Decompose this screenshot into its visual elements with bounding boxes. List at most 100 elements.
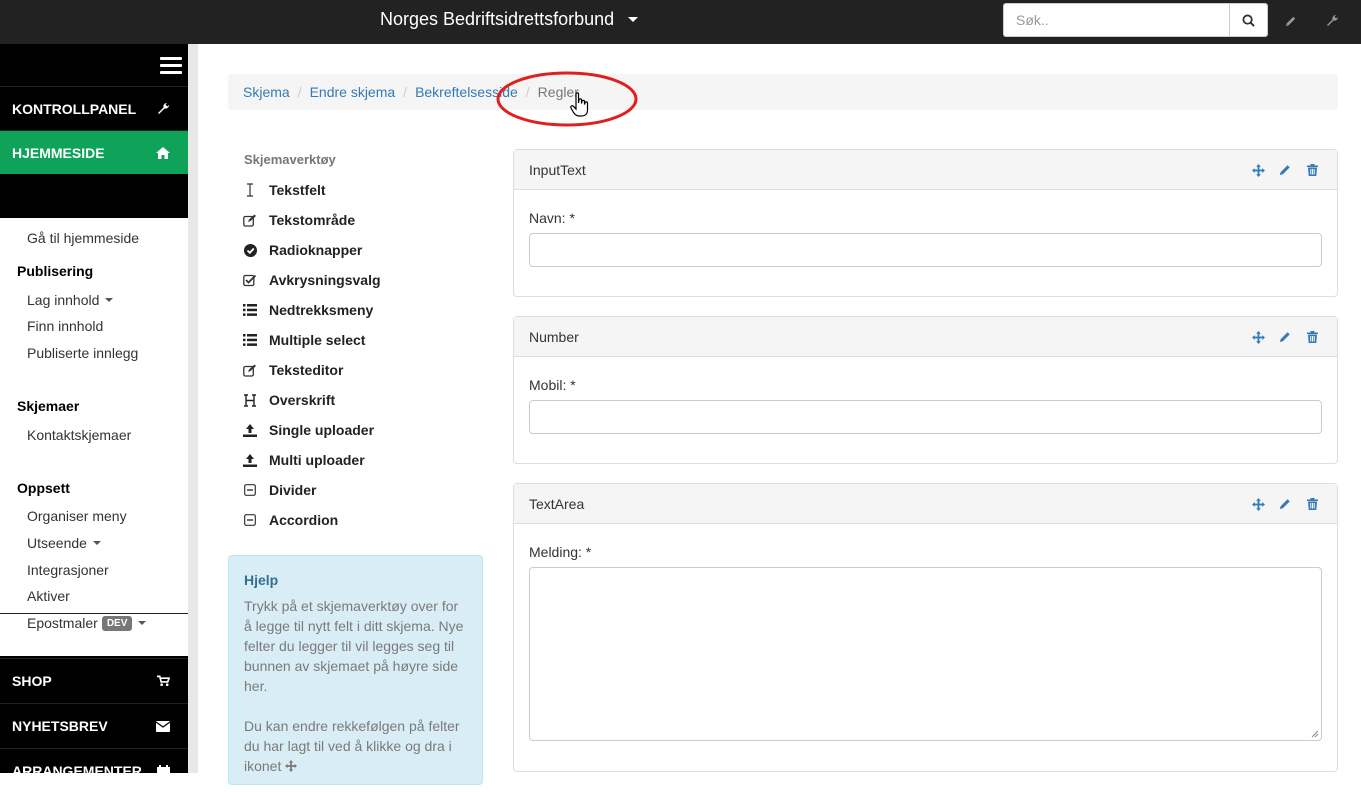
sidebar-item-kontrollpanel[interactable]: KONTROLLPANEL — [0, 86, 188, 130]
sidebar-item-arrangementer[interactable]: ARRANGEMENTER — [0, 748, 188, 792]
list-icon — [243, 303, 257, 317]
check-circle-icon — [243, 243, 257, 257]
tool-label: Radioknapper — [269, 242, 363, 258]
help-box: Hjelp Trykk på et skjemaverktøy over for… — [228, 555, 483, 785]
panel-actions — [1251, 163, 1319, 177]
menu-kontaktskjemaer[interactable]: Kontaktskjemaer — [27, 427, 131, 443]
org-name: Norges Bedriftsidrettsforbund — [380, 9, 615, 29]
menu-utseende[interactable]: Utseende — [27, 535, 101, 551]
wrench-icon[interactable] — [1322, 11, 1342, 31]
sidebar-scrollbar[interactable] — [188, 44, 198, 773]
sidebar-item-label: HJEMMESIDE — [12, 144, 105, 161]
tool-multi-uploader[interactable]: Multi uploader — [243, 452, 365, 468]
tool-single-uploader[interactable]: Single uploader — [243, 422, 374, 438]
field-type-label: InputText — [529, 161, 586, 178]
tool-overskrift[interactable]: Overskrift — [243, 392, 335, 408]
wrench-icon — [156, 102, 170, 116]
help-text-1: Trykk på et skjemaverktøy over for å leg… — [244, 598, 464, 694]
menu-lag-innhold[interactable]: Lag innhold — [27, 292, 114, 308]
help-title: Hjelp — [244, 572, 279, 588]
breadcrumb-endre-skjema[interactable]: Endre skjema — [310, 84, 396, 100]
trash-icon[interactable] — [1305, 163, 1319, 177]
sidebar-item-shop[interactable]: SHOP — [0, 658, 188, 702]
sidebar-item-label: ARRANGEMENTER — [12, 762, 142, 779]
panel-header: InputText — [514, 150, 1337, 190]
sidebar-item-label: KONTROLLPANEL — [12, 100, 137, 117]
field-label: Mobil: * — [529, 377, 576, 393]
sidebar-item-hjemmeside[interactable]: HJEMMESIDE — [0, 130, 188, 174]
tools-title: Skjemaverktøy — [244, 152, 336, 167]
text-cursor-icon — [243, 183, 257, 197]
tool-label: Nedtrekksmeny — [269, 302, 374, 318]
list-icon — [243, 333, 257, 347]
move-icon[interactable] — [1251, 163, 1265, 177]
resize-handle-icon[interactable] — [1311, 730, 1319, 738]
tool-radioknapper[interactable]: Radioknapper — [243, 242, 362, 258]
tool-label: Avkrysningsvalg — [269, 272, 381, 288]
search-button[interactable] — [1229, 3, 1268, 37]
menu-aktiver[interactable]: Aktiver — [27, 588, 70, 604]
form-field-panel: Number Mobil: * — [513, 316, 1338, 464]
goto-homepage-link[interactable]: Gå til hjemmeside — [27, 230, 139, 246]
sidebar-item-label: NYHETSBREV — [12, 717, 108, 734]
move-icon[interactable] — [1251, 497, 1265, 511]
menu-publiserte-innlegg[interactable]: Publiserte innlegg — [27, 345, 138, 361]
envelope-icon — [156, 719, 170, 733]
menu-integrasjoner[interactable]: Integrasjoner — [27, 562, 109, 578]
sidebar-item-medlemsadmin[interactable]: MEDLEMSADMIN — [0, 613, 188, 657]
menu-label: Utseende — [27, 535, 87, 551]
form-field-panel: TextArea Melding: * — [513, 483, 1338, 772]
panel-actions — [1251, 330, 1319, 344]
breadcrumb-separator: / — [403, 84, 408, 100]
move-icon[interactable] — [1251, 330, 1265, 344]
tool-teksteditor[interactable]: Teksteditor — [243, 362, 343, 378]
hamburger-menu-icon[interactable] — [160, 57, 182, 78]
cart-icon — [156, 674, 170, 688]
trash-icon[interactable] — [1305, 497, 1319, 511]
tool-tekstomrade[interactable]: Tekstområde — [243, 212, 355, 228]
section-oppsett: Oppsett — [17, 480, 70, 496]
caret-down-icon — [92, 541, 101, 545]
panel-header: Number — [514, 317, 1337, 357]
pencil-icon[interactable] — [1278, 163, 1292, 177]
tool-label: Overskrift — [269, 392, 336, 408]
menu-label: Lag innhold — [27, 292, 100, 308]
edit-icon — [243, 363, 257, 377]
tool-nedtrekksmeny[interactable]: Nedtrekksmeny — [243, 302, 373, 318]
tool-label: Teksteditor — [269, 362, 344, 378]
search-icon — [1242, 13, 1255, 27]
panel-header: TextArea — [514, 484, 1337, 524]
sidebar-item-nyhetsbrev[interactable]: NYHETSBREV — [0, 703, 188, 747]
hjemmeside-submenu: Gå til hjemmeside Publisering Lag innhol… — [0, 218, 188, 656]
menu-organiser-meny[interactable]: Organiser meny — [27, 508, 127, 524]
home-icon — [156, 146, 170, 160]
tool-avkrysningsvalg[interactable]: Avkrysningsvalg — [243, 272, 381, 288]
pencil-icon[interactable] — [1280, 11, 1300, 31]
tool-label: Accordion — [269, 512, 339, 528]
text-input[interactable] — [529, 233, 1322, 267]
hand-cursor-icon — [570, 92, 589, 117]
textarea-input[interactable] — [529, 567, 1322, 741]
tool-multiple-select[interactable]: Multiple select — [243, 332, 365, 348]
search-input[interactable] — [1003, 3, 1229, 37]
top-bar: Norges Bedriftsidrettsforbund — [0, 0, 1361, 44]
upload-icon — [243, 453, 257, 467]
breadcrumb-separator: / — [297, 84, 302, 100]
field-label: Melding: * — [529, 544, 592, 560]
tool-label: Divider — [269, 482, 317, 498]
pencil-icon[interactable] — [1278, 330, 1292, 344]
tool-accordion[interactable]: Accordion — [243, 512, 338, 528]
tool-tekstfelt[interactable]: Tekstfelt — [243, 182, 326, 198]
users-icon — [156, 629, 170, 643]
help-text-2: Du kan endre rekkefølgen på felter du ha… — [244, 716, 467, 776]
tool-divider[interactable]: Divider — [243, 482, 316, 498]
trash-icon[interactable] — [1305, 330, 1319, 344]
number-input[interactable] — [529, 400, 1322, 434]
field-type-label: TextArea — [529, 495, 585, 512]
section-publisering: Publisering — [17, 263, 94, 279]
menu-finn-innhold[interactable]: Finn innhold — [27, 318, 103, 334]
field-type-label: Number — [529, 328, 579, 345]
breadcrumb-skjema[interactable]: Skjema — [243, 84, 290, 100]
org-switcher[interactable]: Norges Bedriftsidrettsforbund — [380, 9, 639, 30]
pencil-icon[interactable] — [1278, 497, 1292, 511]
